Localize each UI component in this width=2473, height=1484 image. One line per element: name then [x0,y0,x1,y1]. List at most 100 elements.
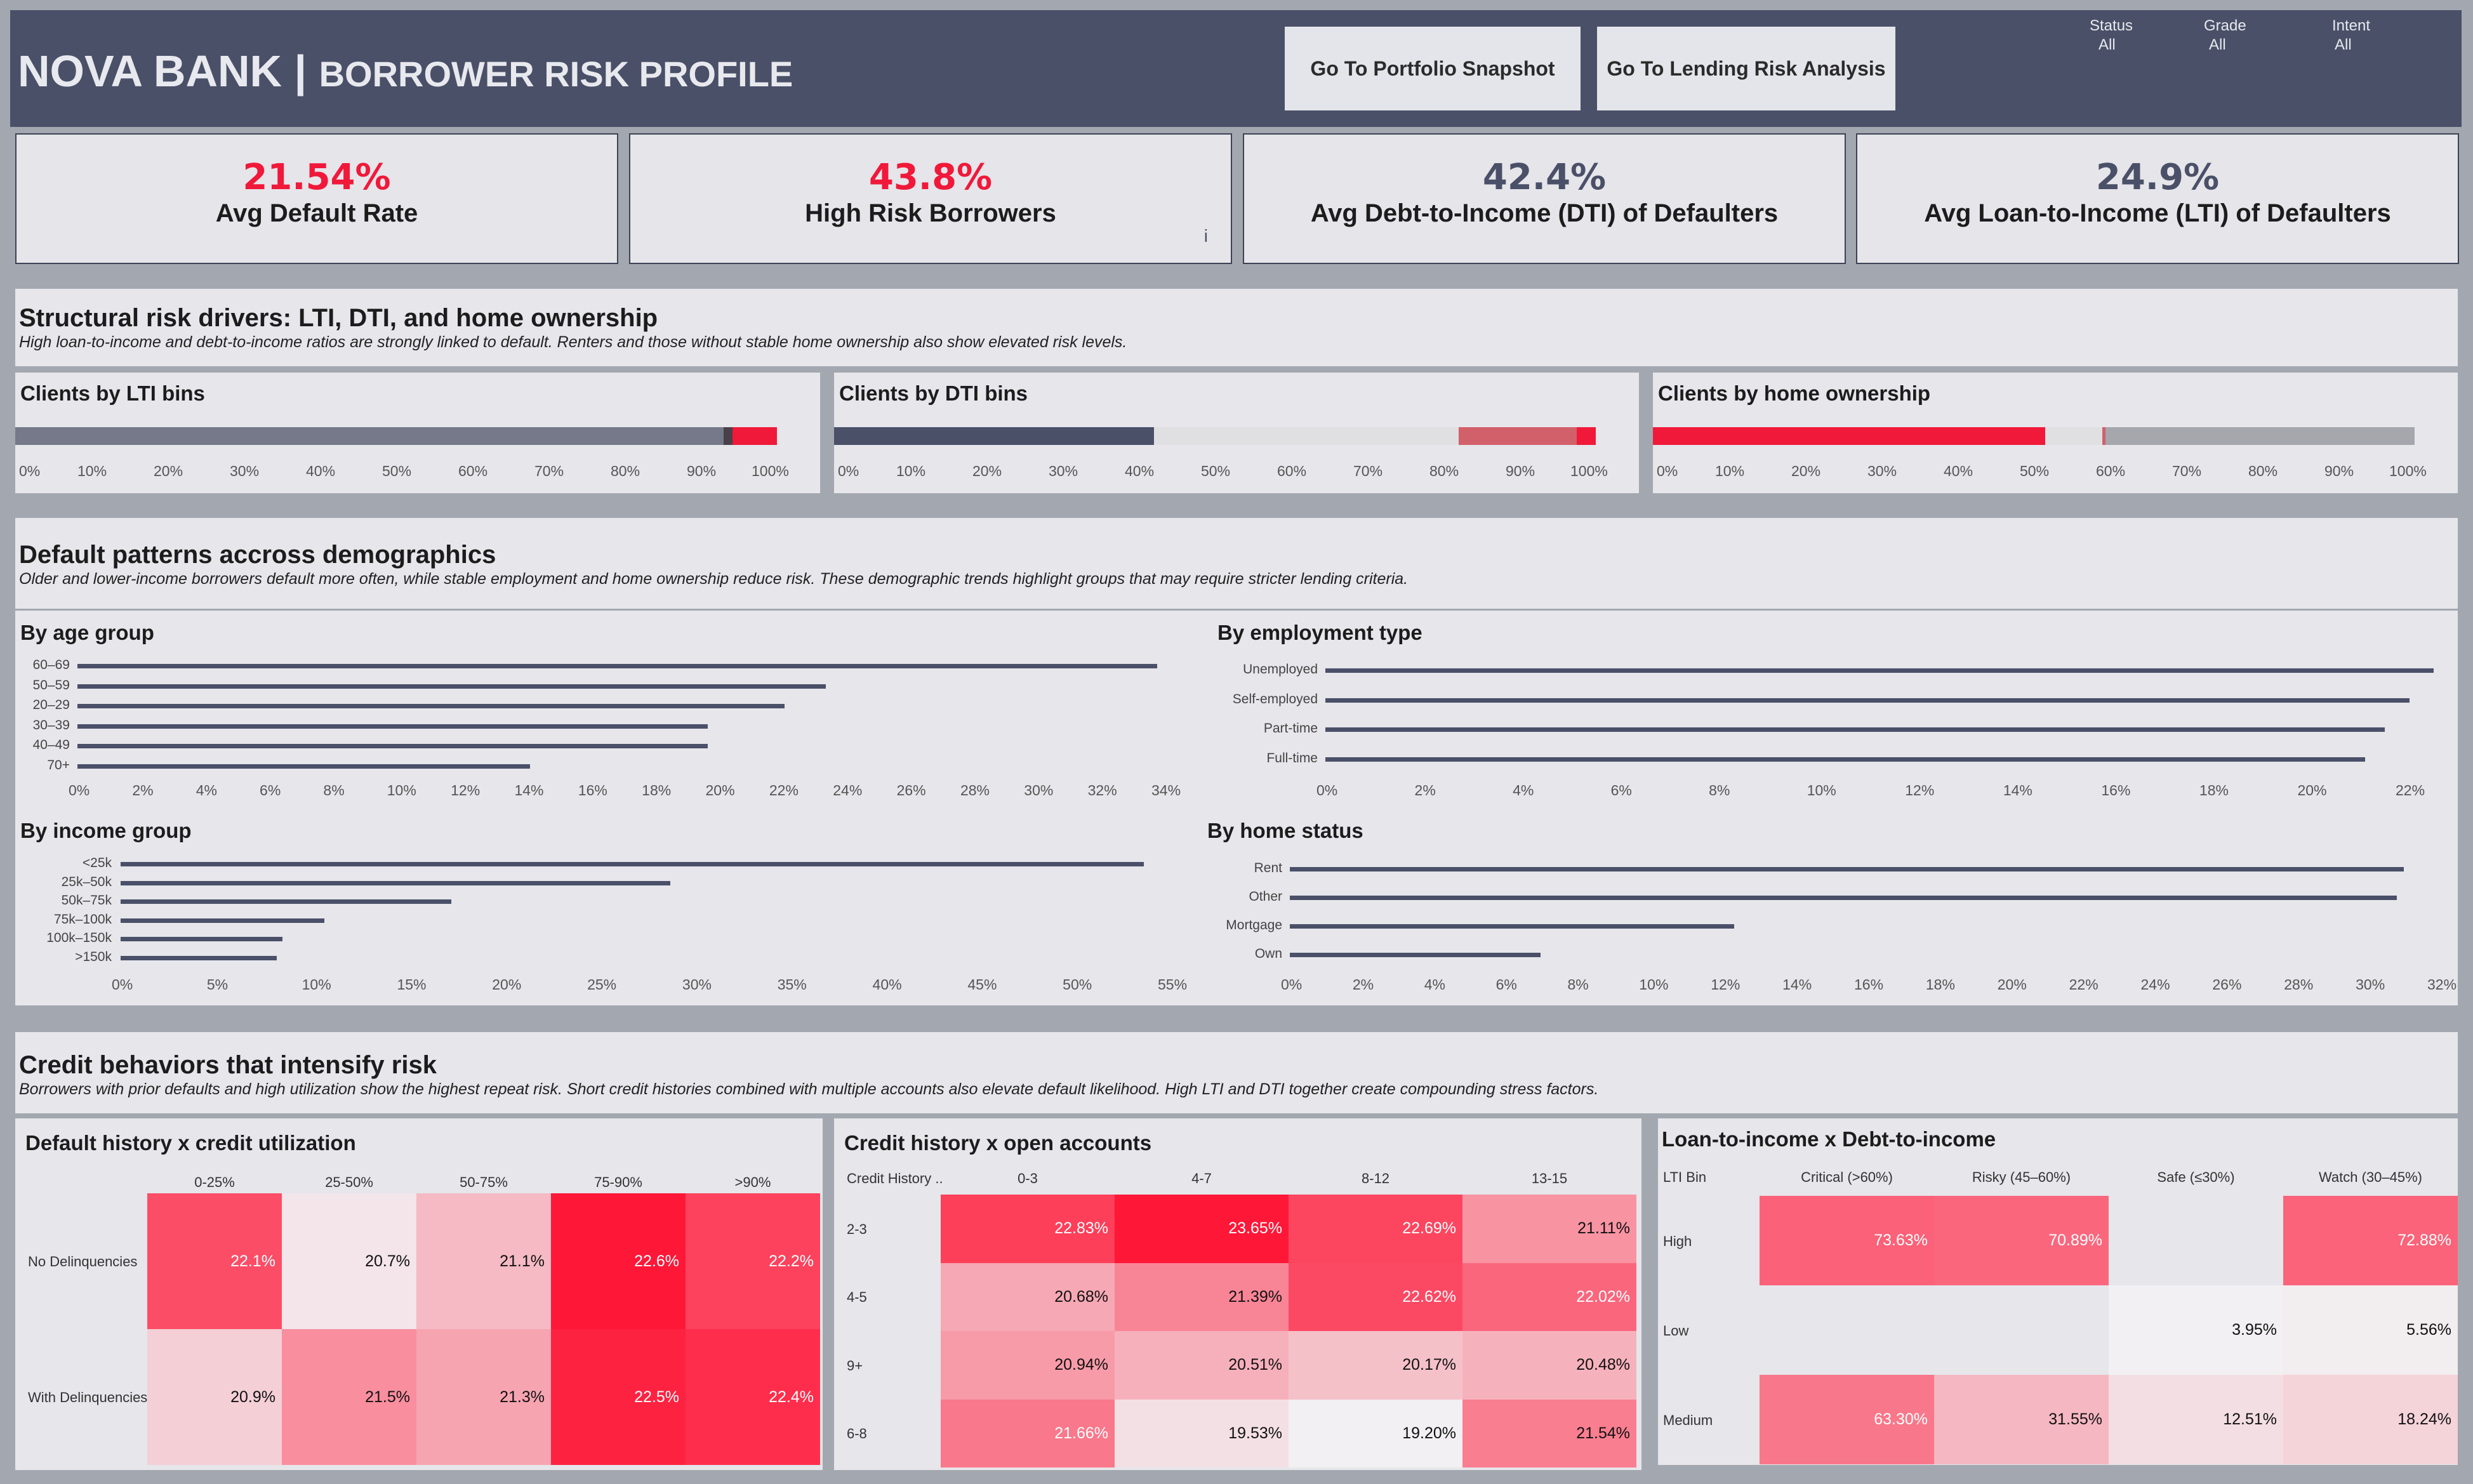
heatmap-cell[interactable]: 22.4% [686,1329,820,1465]
data-bar[interactable] [1325,668,2434,673]
data-bar[interactable] [1325,727,2385,732]
bar-segment[interactable] [724,427,733,445]
data-bar[interactable] [1290,953,1541,957]
x-tick-label: 10% [302,976,331,993]
data-bar[interactable] [1290,867,2404,871]
column-header: 50-75% [460,1174,508,1190]
heatmap-cell[interactable]: 21.5% [282,1329,416,1465]
portfolio-snapshot-button[interactable]: Go To Portfolio Snapshot [1285,27,1581,110]
data-bar[interactable] [77,664,1157,668]
grade-filter[interactable]: Grade All [2204,17,2246,55]
data-bar[interactable] [121,937,282,942]
heatmap-cell[interactable]: 22.69% [1289,1195,1462,1263]
x-tick-label: 90% [687,463,717,479]
kpi-label: Avg Debt-to-Income (DTI) of Defaulters [1310,199,1779,227]
heatmap-cell[interactable]: 21.1% [416,1193,551,1329]
x-tick-label: 8% [1709,782,1730,798]
lending-risk-analysis-button[interactable]: Go To Lending Risk Analysis [1597,27,1895,110]
heatmap-cell[interactable]: 22.2% [686,1193,820,1329]
heatmap-cell[interactable]: 21.66% [941,1399,1115,1467]
heatmap-cell[interactable]: 31.55% [1934,1375,2109,1464]
heatmap-cell[interactable]: 22.02% [1462,1262,1636,1331]
section-title: Structural risk drivers: LTI, DTI, and h… [19,304,658,332]
column-header: 75-90% [594,1174,642,1190]
bar-segment[interactable] [2105,427,2415,445]
heatmap-cell[interactable]: 22.5% [551,1329,686,1465]
data-bar[interactable] [1325,757,2366,762]
category-label: Other [1249,889,1282,904]
data-bar[interactable] [77,704,785,708]
heatmap-cell[interactable]: 20.94% [941,1331,1115,1400]
heatmap-cell[interactable]: 21.54% [1462,1399,1636,1467]
bar-segment[interactable] [834,427,1154,445]
heatmap-cell[interactable]: 12.51% [2109,1375,2283,1464]
data-bar[interactable] [121,899,452,904]
x-tick-label: 100% [1570,463,1608,479]
data-bar[interactable] [121,956,277,960]
x-tick-label: 18% [2199,782,2229,798]
bar-segment[interactable] [733,427,777,445]
data-bar[interactable] [1290,896,2397,900]
x-tick-label: 8% [323,782,345,798]
heatmap-cell[interactable]: 19.53% [1115,1399,1289,1467]
intent-filter[interactable]: Intent All [2332,17,2370,55]
data-bar[interactable] [77,744,708,748]
heatmap-cell[interactable]: 63.30% [1760,1375,1934,1464]
data-bar[interactable] [77,684,826,689]
x-tick-label: 60% [2096,463,2126,479]
x-tick-label: 30% [1024,782,1054,798]
heatmap-cell[interactable]: 3.95% [2109,1285,2283,1375]
heatmap-cell[interactable]: 20.48% [1462,1331,1636,1400]
category-label: <25k [82,856,112,870]
heatmap-cell[interactable]: 20.51% [1115,1331,1289,1400]
data-bar[interactable] [121,880,670,885]
heatmap-cell[interactable]: 19.20% [1289,1399,1462,1467]
data-bar[interactable] [121,862,1144,866]
heatmap-cell[interactable]: 73.63% [1760,1196,1934,1285]
data-bar[interactable] [121,918,324,923]
structural-section-header: Structural risk drivers: LTI, DTI, and h… [15,289,2458,366]
heatmap-cell[interactable]: 22.62% [1289,1262,1462,1331]
bar-segment[interactable] [1459,427,1577,445]
category-label: Mortgage [1226,918,1282,932]
heatmap-cell[interactable]: 21.39% [1115,1262,1289,1331]
info-icon[interactable]: i [1204,226,1208,246]
heatmap-cell[interactable]: 18.24% [2283,1375,2458,1464]
x-tick-label: 5% [206,976,229,993]
heatmap-cell[interactable]: 72.88% [2283,1196,2458,1285]
stacked-bar [1653,427,2415,445]
heatmap-cell[interactable]: 22.6% [551,1193,686,1329]
card-title: Loan-to-income x Debt-to-income [1662,1127,1996,1151]
heatmap-cell[interactable]: 22.1% [147,1193,282,1329]
bar-segment[interactable] [1653,427,2045,445]
status-filter[interactable]: Status All [2090,17,2133,55]
data-bar[interactable] [1290,924,1734,929]
heatmap-cell[interactable]: 21.3% [416,1329,551,1465]
heatmap-cell[interactable]: 20.7% [282,1193,416,1329]
heatmap-cell[interactable]: 5.56% [2283,1285,2458,1375]
data-bar[interactable] [77,724,708,729]
heatmap-cell[interactable]: 22.83% [941,1195,1115,1263]
heatmap-cell[interactable]: 70.89% [1934,1196,2109,1285]
heatmap-cell[interactable] [1934,1285,2109,1375]
category-label: Part-time [1263,721,1318,736]
x-tick-label: 90% [2324,463,2354,479]
x-tick-label: 50% [382,463,412,479]
heatmap-cell[interactable] [2109,1196,2283,1285]
heatmap-cell[interactable]: 20.17% [1289,1331,1462,1400]
category-label: >150k [75,950,112,964]
data-bar[interactable] [77,764,530,769]
heatmap-cell[interactable]: 21.11% [1462,1195,1636,1263]
heatmap-cell[interactable]: 20.9% [147,1329,282,1465]
x-tick-label: 15% [397,976,427,993]
bar-segment[interactable] [1577,427,1596,445]
bar-segment[interactable] [15,427,724,445]
heatmap-cell[interactable] [1760,1285,1934,1375]
heatmap-cell[interactable]: 20.68% [941,1262,1115,1331]
heatmap-cell[interactable]: 23.65% [1115,1195,1289,1263]
bar-segment[interactable] [2045,427,2102,445]
x-tick-label: 10% [1639,976,1669,993]
bar-segment[interactable] [1154,427,1459,445]
data-bar[interactable] [1325,698,2410,703]
x-tick-label: 0% [838,463,859,479]
